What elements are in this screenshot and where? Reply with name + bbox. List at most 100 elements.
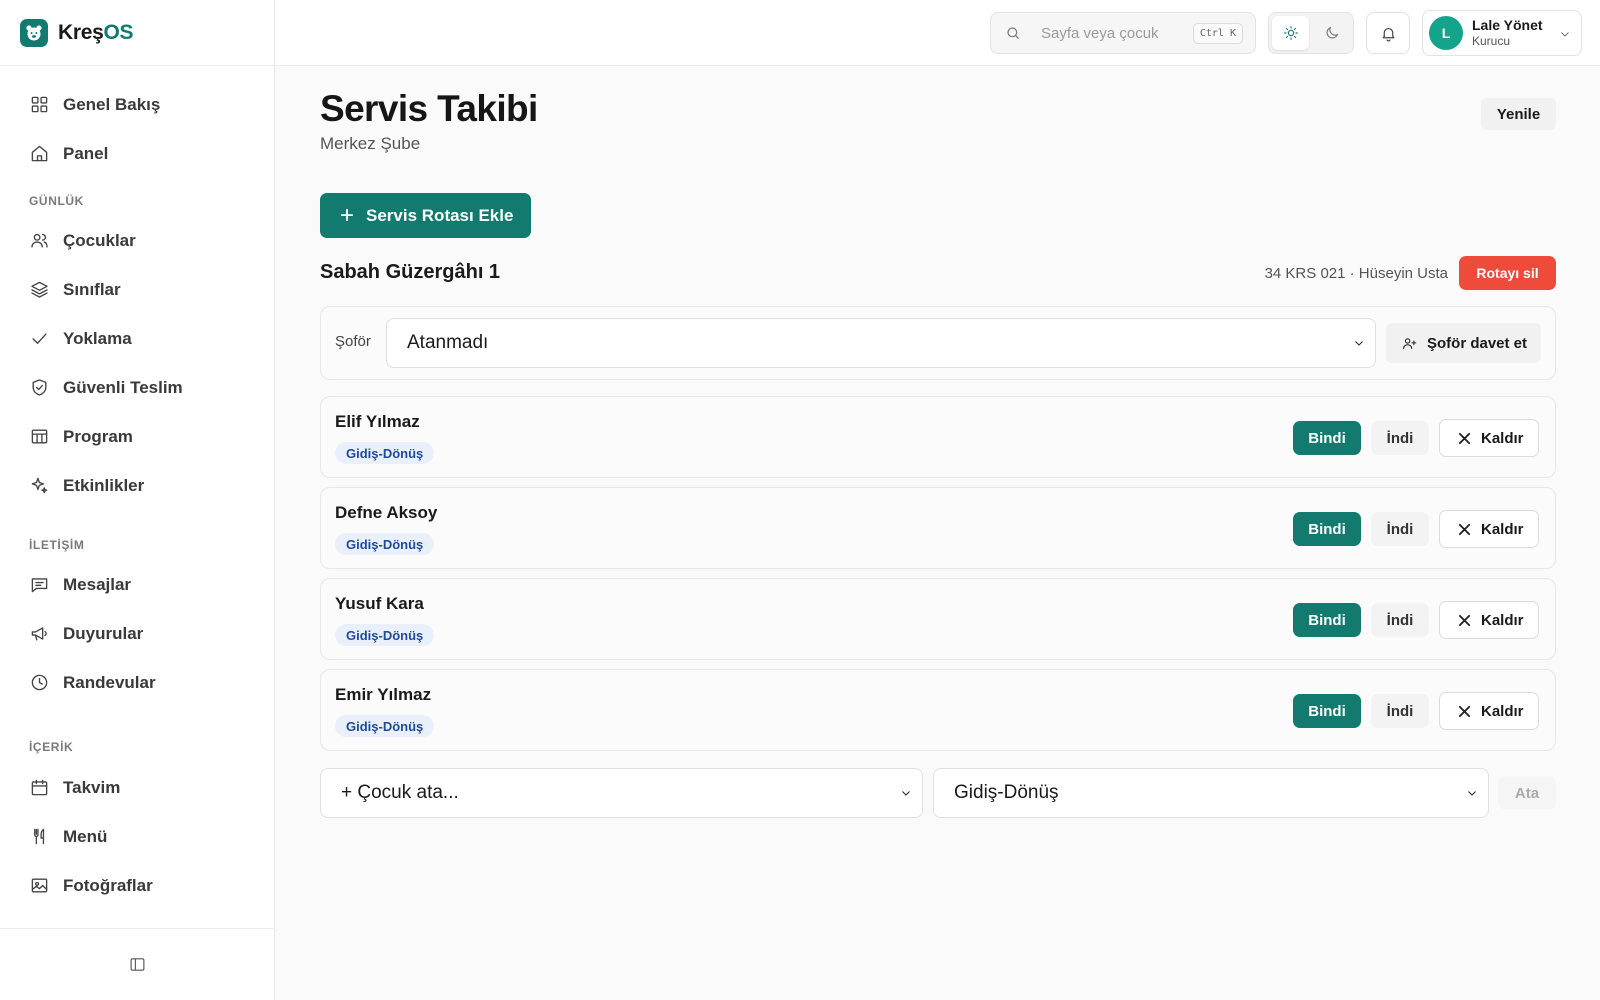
boarded-button[interactable]: Bindi (1293, 603, 1361, 637)
search-input[interactable]: Sayfa veya çocuk Ctrl K (990, 12, 1256, 54)
light-theme-button[interactable] (1272, 16, 1309, 50)
boarded-button[interactable]: Bindi (1293, 512, 1361, 546)
sidebar-item-fotograflar[interactable]: Fotoğraflar (0, 861, 274, 910)
search-shortcut-badge: Ctrl K (1192, 22, 1243, 44)
sidebar-item-label: Yoklama (63, 328, 132, 348)
sidebar-section-title: GÜNLÜK (29, 194, 84, 208)
shield-check-icon (32, 379, 47, 396)
refresh-button[interactable]: Yenile (1481, 98, 1556, 130)
page-title: Servis Takibi (320, 88, 538, 129)
user-role: Kurucu (1472, 34, 1511, 48)
page-subtitle: Merkez Şube (320, 134, 421, 153)
trip-type-select-value: Gidiş-Dönüş (954, 782, 1059, 803)
users-icon (31, 233, 48, 248)
search-placeholder: Sayfa veya çocuk (1041, 24, 1159, 42)
sidebar-item-siniflar[interactable]: Sınıflar (0, 265, 274, 314)
remove-label: Kaldır (1481, 429, 1524, 447)
remove-child-button[interactable]: Kaldır (1439, 692, 1539, 730)
remove-child-button[interactable]: Kaldır (1439, 419, 1539, 457)
driver-select-value: Atanmadı (407, 332, 489, 353)
list-item: Elif Yılmaz Gidiş-Dönüş Bindi İndi Kaldı… (320, 396, 1556, 478)
close-icon (1458, 614, 1471, 626)
sidebar-item-label: Duyurular (63, 623, 144, 643)
user-menu[interactable]: L Lale Yönet Kurucu (1422, 10, 1582, 56)
grid-icon (31, 96, 48, 113)
sidebar-item-label: Mesajlar (63, 574, 132, 594)
list-item: Yusuf Kara Gidiş-Dönüş Bindi İndi Kaldır (320, 578, 1556, 660)
sidebar-item-label: Takvim (63, 777, 121, 797)
sidebar-section-title: İLETİŞİM (29, 538, 85, 552)
sidebar-item-program[interactable]: Program (0, 412, 274, 461)
sidebar-item-label: Sınıflar (63, 279, 121, 299)
got-off-button[interactable]: İndi (1371, 421, 1429, 455)
driver-panel: Şoför Atanmadı Şoför davet et (320, 306, 1556, 380)
remove-child-button[interactable]: Kaldır (1439, 601, 1539, 639)
sidebar-item-label: Etkinlikler (63, 475, 145, 495)
invite-driver-label: Şoför davet et (1427, 334, 1528, 352)
got-off-button[interactable]: İndi (1371, 603, 1429, 637)
search-icon (1007, 27, 1020, 40)
child-name: Emir Yılmaz (335, 685, 432, 704)
boarded-button[interactable]: Bindi (1293, 694, 1361, 728)
trip-type-badge: Gidiş-Dönüş (335, 715, 435, 737)
megaphone-icon (31, 627, 47, 641)
remove-label: Kaldır (1481, 520, 1524, 538)
assign-button[interactable]: Ata (1498, 777, 1556, 809)
sidebar-item-menu[interactable]: Menü (0, 812, 274, 861)
got-off-button[interactable]: İndi (1371, 512, 1429, 546)
home-icon (31, 145, 48, 162)
delete-route-button[interactable]: Rotayı sil (1459, 256, 1556, 290)
sidebar-item-mesajlar[interactable]: Mesajlar (0, 560, 274, 609)
bear-logo-icon (20, 18, 48, 47)
moon-icon (1326, 26, 1338, 39)
close-icon (1458, 705, 1471, 717)
child-list: Elif Yılmaz Gidiş-Dönüş Bindi İndi Kaldı… (320, 396, 1556, 760)
sidebar-item-label: Randevular (63, 672, 156, 692)
boarded-button[interactable]: Bindi (1293, 421, 1361, 455)
trip-type-badge: Gidiş-Dönüş (335, 624, 435, 646)
sparkles-icon (31, 477, 48, 494)
sidebar-item-genel-bakis[interactable]: Genel Bakış (0, 80, 274, 129)
invite-driver-button[interactable]: Şoför davet et (1386, 323, 1541, 363)
sidebar: KreşOS Genel Bakış Panel GÜNLÜK Çocuklar… (0, 0, 275, 1000)
sidebar-item-yoklama[interactable]: Yoklama (0, 314, 274, 363)
remove-label: Kaldır (1481, 702, 1524, 720)
sidebar-item-takvim[interactable]: Takvim (0, 763, 274, 812)
sidebar-item-label: Menü (63, 826, 108, 846)
sidebar-toggle-icon[interactable] (129, 956, 146, 973)
sun-icon (1283, 26, 1298, 40)
sidebar-item-label: Çocuklar (63, 230, 136, 250)
check-icon (32, 333, 47, 344)
message-icon (31, 578, 48, 593)
sidebar-item-duyurular[interactable]: Duyurular (0, 609, 274, 658)
driver-select[interactable]: Atanmadı (386, 318, 1376, 368)
sidebar-item-guvenli-teslim[interactable]: Güvenli Teslim (0, 363, 274, 412)
dark-theme-button[interactable] (1313, 16, 1350, 50)
sidebar-item-panel[interactable]: Panel (0, 129, 274, 178)
child-name: Elif Yılmaz (335, 412, 420, 431)
sidebar-section-title: İÇERİK (29, 740, 74, 754)
trip-type-badge: Gidiş-Dönüş (335, 533, 435, 555)
sidebar-item-label: Fotoğraflar (63, 875, 153, 895)
trip-type-badge: Gidiş-Dönüş (335, 442, 435, 464)
got-off-button[interactable]: İndi (1371, 694, 1429, 728)
sidebar-item-cocuklar[interactable]: Çocuklar (0, 216, 274, 265)
table-icon (31, 429, 48, 444)
close-icon (1458, 432, 1471, 444)
user-plus-icon (1403, 337, 1417, 349)
sidebar-item-etkinlikler[interactable]: Etkinlikler (0, 461, 274, 510)
trip-type-select[interactable]: Gidiş-Dönüş (933, 768, 1489, 818)
assign-child-select[interactable]: + Çocuk ata... (320, 768, 923, 818)
assign-child-select-value: + Çocuk ata... (341, 782, 459, 803)
brand[interactable]: KreşOS (0, 0, 274, 66)
remove-child-button[interactable]: Kaldır (1439, 510, 1539, 548)
sidebar-item-label: Panel (63, 143, 109, 163)
chevron-down-icon (1561, 32, 1569, 37)
add-route-button[interactable]: + Servis Rotası Ekle (320, 193, 531, 238)
chevron-down-icon (1468, 791, 1476, 796)
sidebar-item-randevular[interactable]: Randevular (0, 658, 274, 707)
brand-name: KreşOS (58, 20, 134, 44)
utensils-icon (34, 828, 45, 845)
notifications-button[interactable] (1366, 12, 1410, 54)
driver-label: Şoför (335, 333, 371, 350)
